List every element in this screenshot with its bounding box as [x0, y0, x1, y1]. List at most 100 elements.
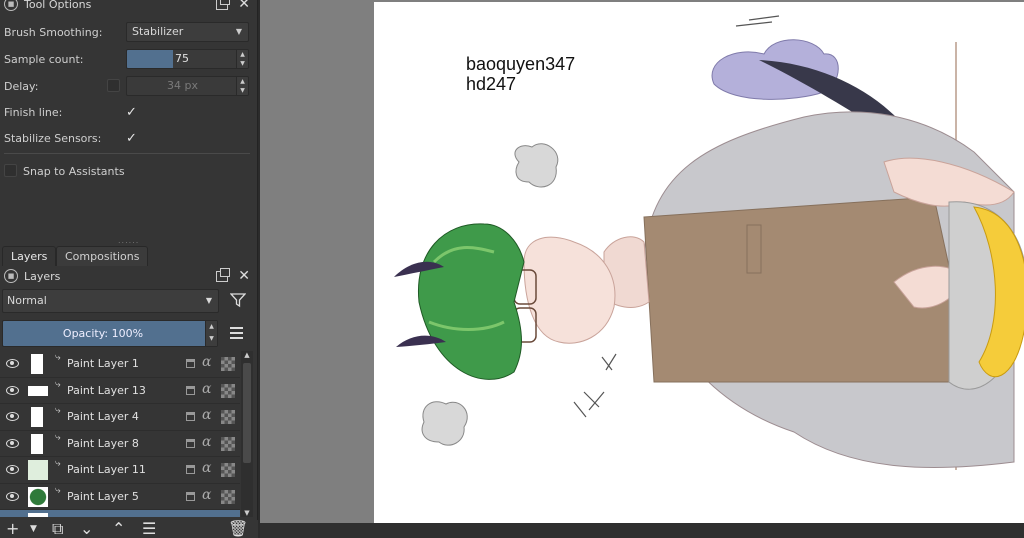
inherit-alpha-icon[interactable] [221, 383, 235, 398]
chevron-down-icon: ▼ [205, 296, 212, 305]
layer-type-icon: ⤷ [55, 431, 61, 443]
layer-thumbnail [31, 354, 43, 374]
tab-compositions[interactable]: Compositions [56, 246, 149, 266]
tab-layers[interactable]: Layers [2, 246, 57, 266]
scrollbar-thumb[interactable] [243, 363, 251, 463]
tool-options-title: Tool Options [24, 0, 92, 11]
layer-row-selected[interactable] [0, 510, 240, 517]
tool-options-header: ■ Tool Options ✕ [0, 0, 258, 13]
inherit-alpha-icon[interactable] [221, 357, 235, 371]
inherit-alpha-icon[interactable] [221, 463, 235, 477]
spin-buttons[interactable]: ▲ ▼ [236, 50, 248, 68]
hamburger-menu-icon[interactable] [230, 327, 243, 339]
alpha-lock-icon[interactable]: α [202, 434, 211, 450]
eye-icon[interactable] [6, 385, 19, 395]
layer-type-icon: ⤷ [55, 458, 61, 469]
layer-name: Paint Layer 5 [67, 489, 139, 503]
stabilize-sensors-row: Stabilize Sensors: ✓ [0, 127, 258, 149]
chevron-down-icon: ▼ [235, 27, 242, 36]
scroll-up-icon[interactable]: ▲ [241, 351, 253, 359]
close-icon[interactable]: ✕ [238, 0, 250, 11]
duplicate-layer-icon[interactable]: ⧉ [52, 520, 63, 538]
docker-tabs: Layers Compositions [0, 246, 258, 266]
inherit-alpha-icon[interactable] [221, 436, 235, 451]
eye-icon[interactable] [6, 465, 19, 474]
opacity-slider[interactable]: Opacity: 100% ▲ ▼ [2, 320, 218, 347]
alpha-lock-icon[interactable]: α [202, 460, 211, 476]
canvas-text: baoquyen347 hd247 [466, 54, 575, 94]
layer-name: Paint Layer 13 [67, 383, 146, 397]
layer-thumbnail [28, 513, 48, 517]
layer-name: Paint Layer 4 [67, 410, 139, 423]
scroll-down-icon[interactable]: ▼ [241, 509, 253, 517]
delay-label: Delay: [4, 79, 39, 93]
lock-icon[interactable] [186, 438, 195, 448]
close-icon[interactable]: ✕ [238, 269, 250, 283]
alpha-lock-icon[interactable]: α [202, 487, 211, 503]
layer-thumbnail [31, 433, 43, 454]
layer-row[interactable]: ⤷ Paint Layer 13 α [0, 378, 240, 404]
eye-icon[interactable] [6, 438, 19, 448]
lock-icon[interactable]: ■ [4, 0, 18, 11]
lock-icon[interactable] [186, 465, 195, 474]
move-up-icon[interactable]: ⌃ [112, 520, 125, 538]
layer-row[interactable]: ⤷ Paint Layer 5 α [0, 484, 240, 510]
spin-buttons[interactable]: ▲ ▼ [205, 321, 217, 346]
layer-row[interactable]: ⤷ Paint Layer 8 α [0, 431, 240, 457]
stabilize-sensors-checkbox[interactable]: ✓ [126, 131, 137, 146]
sample-count-slider[interactable]: 75 ▲ ▼ [126, 49, 249, 69]
add-layer-icon[interactable]: + [6, 520, 19, 538]
alpha-lock-icon[interactable]: α [202, 354, 211, 370]
blend-mode-select[interactable]: Normal ▼ [2, 289, 219, 313]
sample-count-row: Sample count: 75 ▲ ▼ [0, 48, 258, 70]
brush-smoothing-label: Brush Smoothing: [4, 25, 103, 39]
layer-type-icon: ⤷ [55, 352, 61, 363]
filter-icon[interactable] [230, 292, 246, 308]
inherit-alpha-icon[interactable] [221, 489, 235, 504]
delete-layer-icon[interactable]: 🗑 [228, 520, 248, 538]
lock-icon[interactable] [186, 491, 195, 501]
canvas-document[interactable]: baoquyen347 hd247 [374, 2, 1024, 523]
layer-row[interactable]: ⤷ Paint Layer 11 α [0, 457, 240, 484]
inherit-alpha-icon[interactable] [221, 410, 235, 424]
lock-icon[interactable]: ■ [4, 269, 18, 283]
float-docker-icon[interactable] [216, 267, 231, 282]
canvas-area[interactable]: baoquyen347 hd247 [260, 0, 1024, 538]
layer-properties-icon[interactable]: ☰ [142, 520, 156, 538]
lock-icon[interactable] [186, 359, 195, 368]
finish-line-row: Finish line: ✓ [0, 101, 258, 123]
snap-to-assistants-checkbox[interactable] [4, 164, 17, 177]
layer-row[interactable]: ⤷ Paint Layer 1 α [0, 351, 240, 378]
blend-mode-value: Normal [7, 294, 47, 307]
float-docker-icon[interactable] [216, 0, 231, 10]
brush-smoothing-select[interactable]: Stabilizer ▼ [126, 22, 249, 42]
alpha-lock-icon[interactable]: α [202, 407, 211, 423]
delay-spinbox[interactable]: 34 px ▲ ▼ [126, 76, 249, 96]
layer-list: ⤷ Paint Layer 1 α ⤷ Paint Layer 13 α ⤷ P… [0, 351, 240, 517]
delay-checkbox[interactable] [107, 79, 120, 92]
alpha-lock-icon[interactable]: α [202, 381, 211, 397]
divider [4, 153, 250, 154]
eye-icon[interactable] [6, 359, 19, 368]
lock-icon[interactable] [186, 412, 195, 421]
eye-icon[interactable] [6, 412, 19, 421]
lock-icon[interactable] [186, 385, 195, 395]
layer-thumbnail [28, 385, 48, 396]
layer-row[interactable]: ⤷ Paint Layer 4 α [0, 404, 240, 431]
layer-type-icon: ⤷ [55, 405, 61, 416]
layers-header: ■ Layers ✕ [0, 267, 258, 285]
layer-scrollbar[interactable]: ▲ ▼ [241, 351, 253, 517]
stabilize-sensors-label: Stabilize Sensors: [4, 131, 102, 145]
delay-value: 34 px [167, 79, 198, 92]
layer-name: Paint Layer 1 [67, 357, 139, 370]
layer-thumbnail [28, 460, 48, 480]
finish-line-checkbox[interactable]: ✓ [126, 105, 137, 120]
move-down-icon[interactable]: ⌄ [80, 520, 93, 538]
chevron-down-icon[interactable]: ▼ [30, 520, 37, 538]
layers-title: Layers [24, 269, 61, 283]
finish-line-label: Finish line: [4, 105, 63, 119]
layer-name: Paint Layer 8 [67, 436, 139, 450]
spin-buttons[interactable]: ▲ ▼ [236, 77, 248, 95]
eye-icon[interactable] [6, 491, 19, 501]
splitter-handle[interactable]: ...... [118, 236, 139, 245]
